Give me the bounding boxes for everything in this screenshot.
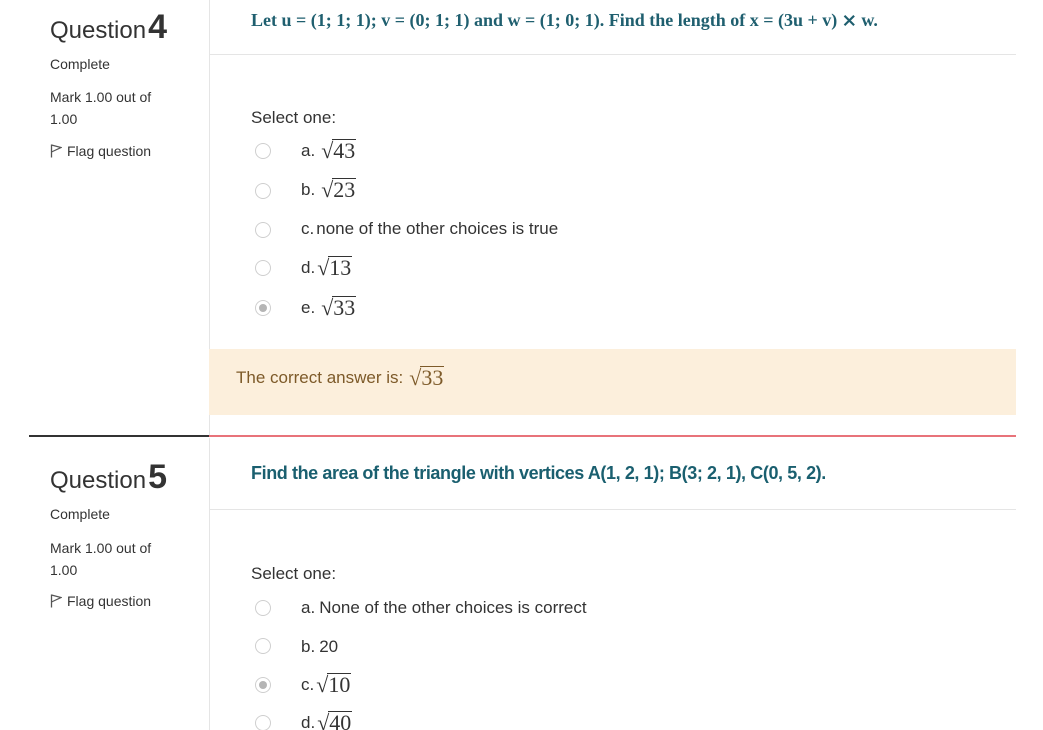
select-one-prompt: Select one: [251,564,337,583]
question-content: Let u = (1; 1; 1); v = (0; 1; 1) and w =… [209,0,1016,436]
option-c-radio[interactable] [255,677,271,693]
flag-label: Flag question [67,143,152,159]
option-c[interactable]: c. none of the other choices is true [301,219,558,239]
option-c[interactable]: c. √ 10 [301,672,352,697]
flag-icon [50,594,62,608]
feedback-label: The correct answer is: [236,367,404,387]
option-e-radio[interactable] [255,300,271,316]
sqrt-value: 13 [328,255,353,280]
sqrt-value: 10 [327,672,352,697]
option-a[interactable]: a. None of the other choices is correct [301,598,587,618]
sqrt-expression: √ 23 [321,177,357,202]
sqrt-expression: √ 33 [409,365,445,390]
sqrt-value: 33 [420,365,445,390]
question-grade: Mark 1.00 out of 1.00 [50,89,152,127]
sqrt-expression: √ 43 [321,138,357,163]
option-letter: a. [301,598,316,617]
option-c-radio[interactable] [255,222,271,238]
option-a-radio[interactable] [255,143,271,159]
sqrt-expression: √ 10 [316,672,352,697]
question-number: 4 [148,8,167,46]
correct-answer-text: The correct answer is: √ 33 [236,365,445,390]
question-title: Question5 [50,458,167,497]
question-text: Let u = (1; 1; 1); v = (0; 1; 1) and w =… [251,10,878,30]
option-a[interactable]: a. √ 43 [301,138,357,163]
question-label: Question [50,17,147,44]
option-e[interactable]: e. √ 33 [301,295,357,320]
question-label: Question [50,467,147,494]
option-b-radio[interactable] [255,638,271,654]
option-d[interactable]: d. √ 13 [301,255,353,280]
option-a-radio[interactable] [255,600,271,616]
option-letter: c. [301,674,315,694]
option-letter: d. [301,257,316,277]
question-text: Find the area of the triangle with verti… [251,463,826,483]
flag-question-link[interactable]: Flag question [50,593,151,609]
option-text: none of the other choices is true [316,219,559,238]
question-content: Find the area of the triangle with verti… [209,436,1016,730]
option-letter: a. [301,140,316,160]
question-grade: Mark 1.00 out of 1.00 [50,540,152,578]
option-d-radio[interactable] [255,715,271,730]
sqrt-value: 23 [332,177,357,202]
option-d-radio[interactable] [255,260,271,276]
flag-question-link[interactable]: Flag question [50,143,151,159]
option-letter: c. [301,219,315,238]
divider [209,54,1016,55]
sqrt-value: 40 [328,711,353,730]
option-letter: b. [301,637,316,656]
sqrt-expression: √ 33 [321,295,357,320]
sqrt-expression: √ 40 [317,711,353,730]
question-5: Question5 Complete Mark 1.00 out of 1.00… [0,436,1043,730]
feedback-box: The correct answer is: √ 33 [209,349,1016,415]
question-state: Complete [50,506,110,522]
sqrt-expression: √ 13 [317,255,353,280]
option-letter: e. [301,297,316,317]
option-b-radio[interactable] [255,183,271,199]
option-text: None of the other choices is correct [319,598,587,617]
sqrt-value: 43 [332,138,357,163]
option-b[interactable]: b. 20 [301,637,338,657]
sqrt-value: 33 [332,295,357,320]
question-4: Question4 Complete Mark 1.00 out of 1.00… [0,0,1043,437]
question-number: 5 [148,458,167,496]
option-letter: b. [301,179,316,199]
option-text: 20 [319,637,339,656]
option-b[interactable]: b. √ 23 [301,177,357,202]
select-one-prompt: Select one: [251,108,337,127]
question-title: Question4 [50,8,167,47]
question-state: Complete [50,56,110,72]
divider [209,509,1016,510]
flag-label: Flag question [67,593,152,609]
option-d[interactable]: d. √ 40 [301,711,353,730]
flag-icon [50,144,62,158]
option-letter: d. [301,712,316,730]
